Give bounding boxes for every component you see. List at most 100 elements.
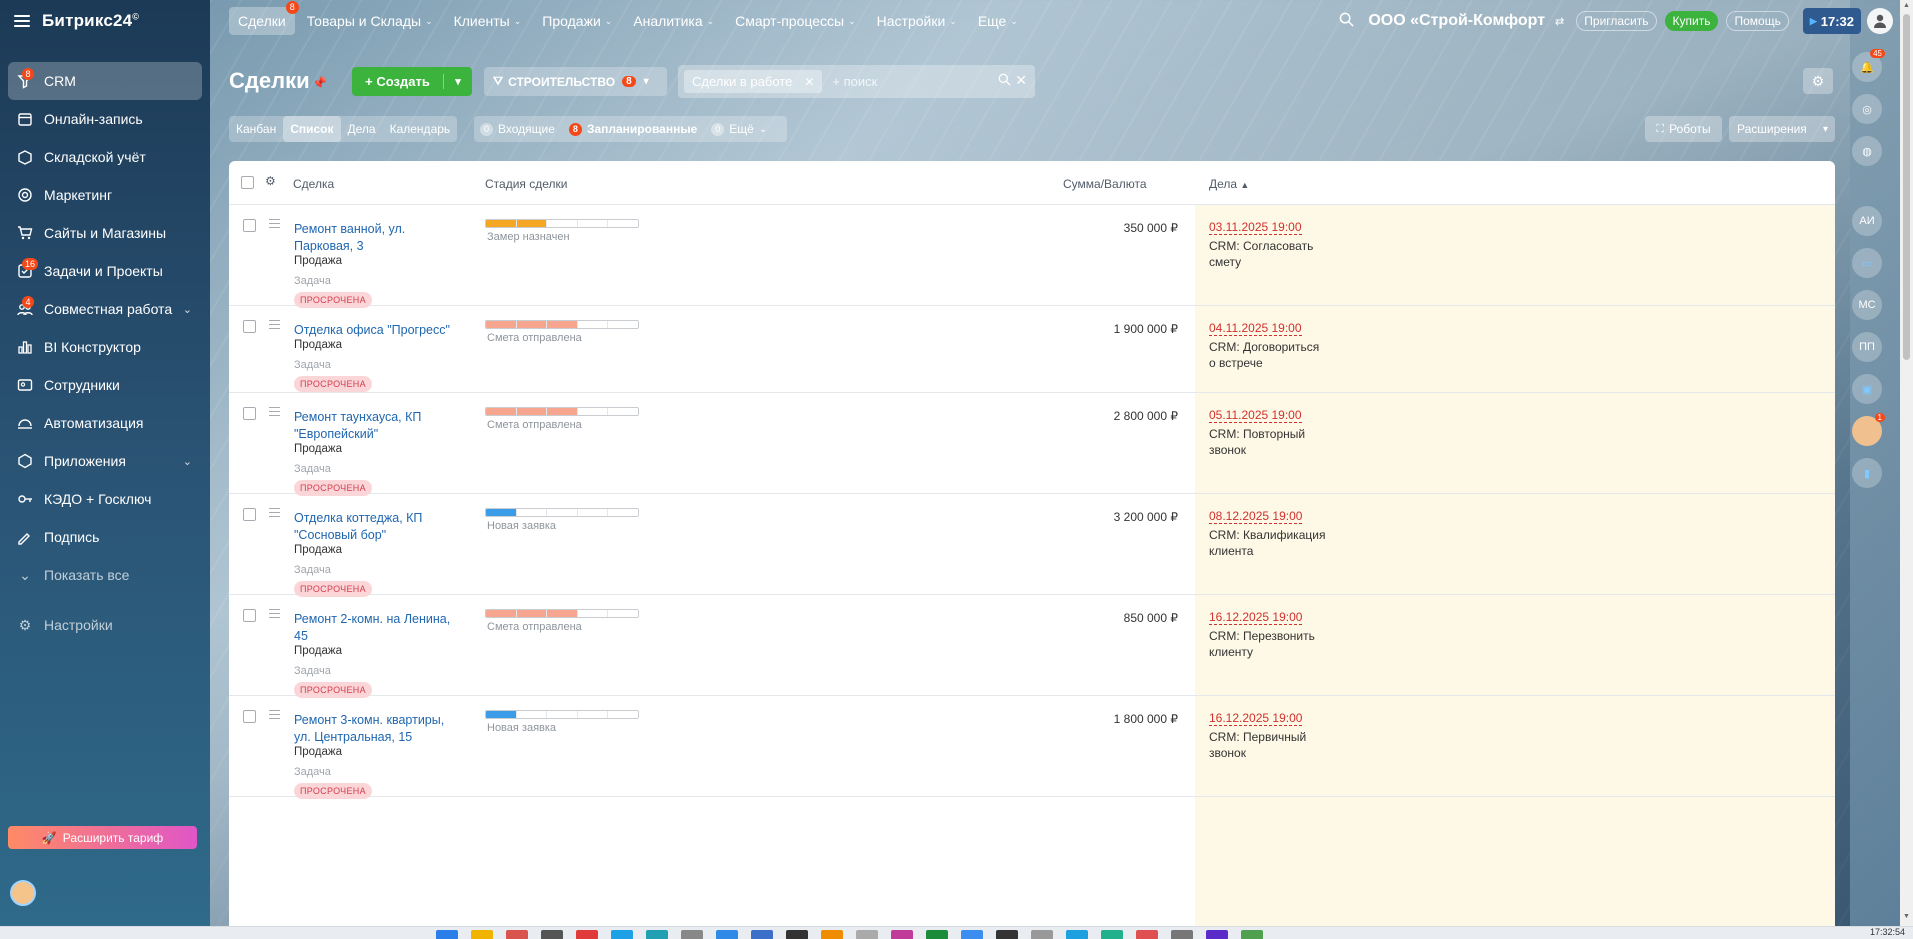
taskbar-app-icon[interactable] [1066,930,1088,939]
taskbar-app-icon[interactable] [1171,930,1193,939]
taskbar-app-icon[interactable] [1101,930,1123,939]
pin-icon[interactable]: 📌 [312,76,327,90]
table-row[interactable]: Ремонт 3-комн. квартиры, ул. Центральная… [229,696,1835,799]
deal-link[interactable]: Отделка офиса "Прогресс" [294,322,459,339]
profile-icon[interactable] [1867,8,1893,34]
sidebar-item[interactable]: Онлайн-запись [8,100,202,138]
clear-search-icon[interactable]: ✕ [1015,72,1027,89]
top-tab[interactable]: Еще ⌄ [969,7,1027,35]
taskbar-app-icon[interactable] [996,930,1018,939]
activity-text[interactable]: CRM: Согласовать смету [1209,238,1329,270]
column-settings-icon[interactable]: ⚙ [265,174,276,188]
stage-progress[interactable] [485,219,639,228]
row-checkbox[interactable] [243,320,256,333]
search-input[interactable] [832,74,983,89]
taskbar-app-icon[interactable] [821,930,843,939]
sidebar-item[interactable]: BI Конструктор [8,328,202,366]
top-tab[interactable]: Настройки ⌄ [868,7,966,35]
drag-handle-icon[interactable] [269,710,280,722]
column-activities[interactable]: Дела ▲ [1209,177,1249,191]
row-checkbox[interactable] [243,609,256,622]
sidebar-item[interactable]: 4 Совместная работа ⌄ [8,290,202,328]
invite-button[interactable]: Пригласить [1576,11,1657,31]
top-tab[interactable]: Смарт-процессы ⌄ [726,7,864,35]
taskbar-app-icon[interactable] [1136,930,1158,939]
row-checkbox[interactable] [243,219,256,232]
chevron-down-icon[interactable]: ▾ [444,75,472,88]
activity-text[interactable]: CRM: Первичный звонок [1209,729,1329,761]
drag-handle-icon[interactable] [269,219,280,231]
deal-link[interactable]: Ремонт 3-комн. квартиры, ул. Центральная… [294,712,459,746]
activity-deadline[interactable]: 04.11.2025 19:00 [1209,321,1302,336]
table-row[interactable]: Отделка офиса "Прогресс" Продажа Задача ПРО… [229,306,1835,393]
settings-gear-button[interactable]: ⚙ [1803,68,1833,94]
activity-counter[interactable]: 0 Входящие [480,122,555,136]
view-tab[interactable]: Канбан [229,116,283,142]
sidebar-item[interactable]: КЭДО + Госключ [8,480,202,518]
filter-chip[interactable]: Сделки в работе ✕ [684,70,823,93]
activity-deadline[interactable]: 05.11.2025 19:00 [1209,408,1302,423]
sidebar-item[interactable]: Сотрудники [8,366,202,404]
contact-avatar[interactable]: 1 [1852,413,1885,446]
activity-deadline[interactable]: 16.12.2025 19:00 [1209,711,1303,726]
contact-avatar[interactable]: МС [1852,290,1882,320]
taskbar-app-icon[interactable] [786,930,808,939]
scrollbar-thumb[interactable] [1903,14,1910,360]
create-button[interactable]: + Создать ▾ [352,67,472,96]
sidebar-item[interactable]: Подпись [8,518,202,556]
taskbar-app-icon[interactable] [1206,930,1228,939]
taskbar-app-icon[interactable] [961,930,983,939]
taskbar-app-icon[interactable] [716,930,738,939]
taskbar-app-icon[interactable] [751,930,773,939]
chevron-down-icon[interactable]: ⌄ [183,303,192,316]
view-tab[interactable]: Список [283,116,341,142]
remove-filter-icon[interactable]: ✕ [804,75,814,89]
copilot-icon[interactable]: ◎ [1852,94,1882,124]
drag-handle-icon[interactable] [269,320,280,332]
top-tab[interactable]: Продажи ⌄ [533,7,621,35]
taskbar-app-icon[interactable] [576,930,598,939]
deal-link[interactable]: Ремонт 2-комн. на Ленина, 45 [294,611,459,645]
chat-icon[interactable]: ◍ [1852,136,1882,166]
taskbar-app-icon[interactable] [541,930,563,939]
stage-progress[interactable] [485,609,639,618]
sidebar-item[interactable]: 16 Задачи и Проекты [8,252,202,290]
search-icon[interactable] [1339,12,1354,30]
top-tab[interactable]: Товары и Склады ⌄ [298,7,442,35]
sidebar-item[interactable]: 8 CRM [8,62,202,100]
taskbar-app-icon[interactable] [891,930,913,939]
column-deal[interactable]: Сделка [293,177,334,191]
taskbar-app-icon[interactable] [611,930,633,939]
deal-link[interactable]: Ремонт ванной, ул. Парковая, 3 [294,221,459,255]
bookmark-icon[interactable]: ▮ [1852,458,1882,488]
logo[interactable]: Битрикс24© [42,11,139,31]
scroll-down-icon[interactable]: ▼ [1903,913,1910,920]
table-row[interactable]: Ремонт ванной, ул. Парковая, 3 Продажа Зад… [229,205,1835,308]
stage-progress[interactable] [485,508,639,517]
top-tab[interactable]: Клиенты ⌄ [445,7,531,35]
contact-avatar[interactable]: ПП [1852,332,1882,362]
activity-deadline[interactable]: 03.11.2025 19:00 [1209,220,1302,235]
menu-burger-icon[interactable] [14,15,30,27]
taskbar-app-icon[interactable] [1031,930,1053,939]
taskbar-app-icon[interactable] [471,930,493,939]
contact-avatar[interactable]: АИ [1852,206,1882,236]
taskbar-app-icon[interactable] [1241,930,1263,939]
taskbar-app-icon[interactable] [506,930,528,939]
filter-search-box[interactable]: Сделки в работе ✕ ✕ [678,65,1035,98]
search-icon[interactable] [998,73,1011,89]
notifications-icon[interactable]: 🔔 45 [1852,49,1885,82]
activity-counter[interactable]: 8 Запланированные [568,122,697,136]
taskbar-app-icon[interactable] [856,930,878,939]
stage-progress[interactable] [485,710,639,719]
buy-button[interactable]: Купить [1664,11,1719,31]
select-all-checkbox[interactable] [241,176,254,189]
sidebar-item[interactable]: Сайты и Магазины [8,214,202,252]
activity-text[interactable]: CRM: Договориться о встрече [1209,339,1329,371]
drag-handle-icon[interactable] [269,508,280,520]
activity-counter[interactable]: 0 Ещё ⌄ [711,122,767,136]
top-tab[interactable]: Сделки 8 [229,1,299,35]
table-row[interactable]: Ремонт таунхауса, КП "Европейский" Продаж… [229,393,1835,496]
chevron-down-icon[interactable]: ⌄ [183,455,192,468]
user-avatar[interactable] [10,880,36,906]
